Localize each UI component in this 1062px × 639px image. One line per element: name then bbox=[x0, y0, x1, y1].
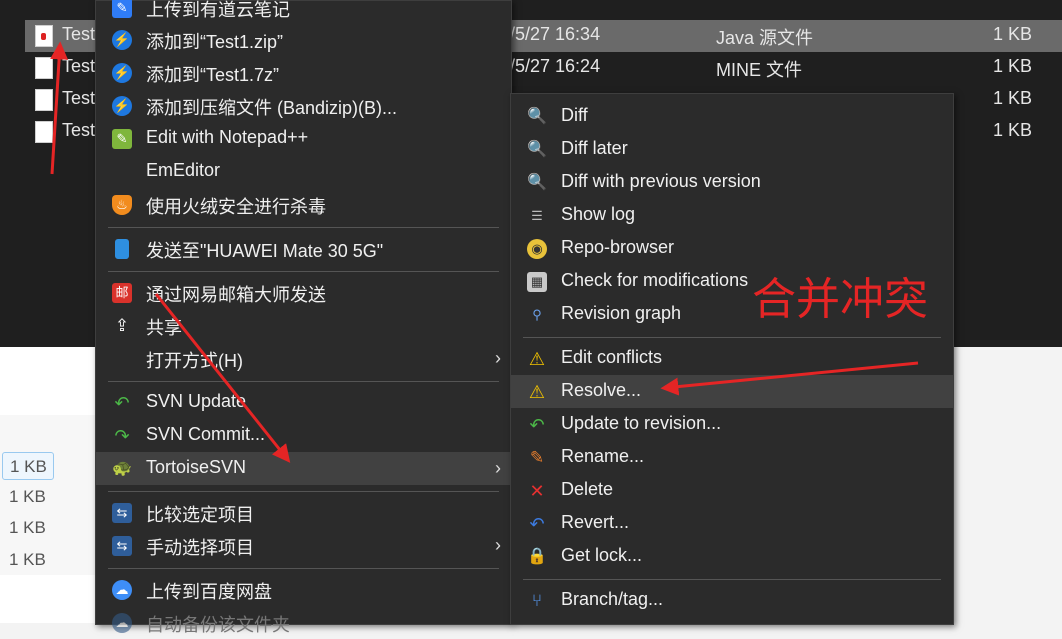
arrow-to-selected-file bbox=[50, 41, 69, 175]
arrow-to-tortoisesvn bbox=[154, 293, 291, 463]
arrow-to-resolve bbox=[660, 361, 919, 396]
annotation-arrows bbox=[50, 41, 919, 463]
